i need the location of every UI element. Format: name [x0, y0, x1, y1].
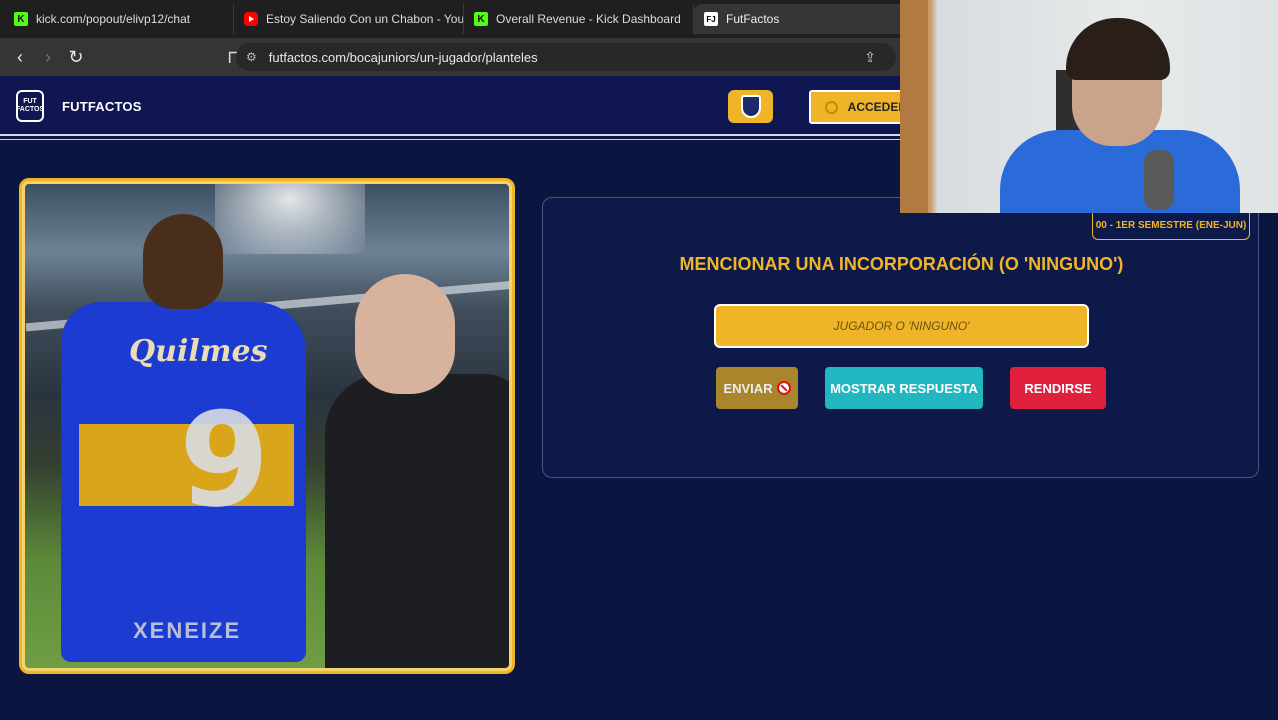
streamer-hair	[1066, 18, 1170, 80]
forward-icon[interactable]: ›	[34, 43, 62, 71]
show-answer-button[interactable]: MOSTRAR RESPUESTA	[825, 367, 983, 409]
player-photo-frame: Quilmes 9 XENEIZE	[19, 178, 515, 674]
tab-label: FutFactos	[726, 12, 780, 26]
site-info-icon[interactable]: ⚙	[246, 50, 257, 64]
share-icon[interactable]: ⇪	[864, 49, 876, 66]
user-icon	[825, 100, 838, 114]
url-text: futfactos.com/bocajuniors/un-jugador/pla…	[268, 49, 538, 65]
kick-icon: K	[14, 12, 28, 26]
jersey-number: 9	[179, 384, 270, 536]
tab-kick-chat[interactable]: K kick.com/popout/elivp12/chat	[4, 4, 234, 34]
coach-figure	[325, 274, 509, 668]
tab-label: Estoy Saliendo Con un Chabon - You	[266, 12, 464, 26]
jersey-sponsor: Quilmes	[129, 334, 268, 369]
shorts-text: XENEIZE	[133, 618, 242, 643]
tab-label: kick.com/popout/elivp12/chat	[36, 12, 191, 26]
webcam-overlay	[900, 0, 1278, 213]
coach-body	[325, 374, 509, 668]
player-photo: Quilmes 9 XENEIZE	[25, 184, 509, 668]
coach-head	[355, 274, 455, 394]
question-text: MENCIONAR UNA INCORPORACIÓN (O 'NINGUNO'…	[679, 254, 1124, 274]
player-figure: Quilmes 9 XENEIZE	[51, 214, 306, 668]
tab-label: Overall Revenue - Kick Dashboard	[496, 12, 681, 26]
tab-youtube[interactable]: Estoy Saliendo Con un Chabon - You	[234, 4, 464, 34]
tab-futfactos[interactable]: FJ FutFactos	[694, 4, 924, 34]
tab-kick-dashboard[interactable]: K Overall Revenue - Kick Dashboard	[464, 4, 694, 34]
club-shield-icon	[740, 95, 761, 118]
submit-label: ENVIAR	[723, 380, 773, 396]
youtube-icon	[244, 12, 258, 26]
disabled-icon	[776, 381, 791, 395]
season-badge: 00 - 1ER SEMESTRE (ENE-JUN)	[1092, 210, 1250, 240]
submit-button[interactable]: ENVIAR	[716, 367, 798, 409]
player-head	[143, 214, 223, 309]
futfactos-logo[interactable]: FUT FACTOS	[16, 90, 44, 122]
login-label: ACCEDER	[847, 100, 907, 114]
reload-icon[interactable]: ↻	[62, 43, 90, 71]
futfactos-icon: FJ	[704, 12, 718, 26]
question-card: 00 - 1ER SEMESTRE (ENE-JUN) MENCIONAR UN…	[542, 197, 1259, 478]
microphone-icon	[1144, 150, 1174, 210]
club-selector-button[interactable]	[728, 90, 773, 123]
address-bar[interactable]: ⚙ futfactos.com/bocajuniors/un-jugador/p…	[236, 43, 896, 71]
back-icon[interactable]: ‹	[6, 43, 34, 71]
login-button[interactable]: ACCEDER	[809, 90, 909, 124]
webcam-door	[900, 0, 928, 213]
give-up-button[interactable]: RENDIRSE	[1010, 367, 1106, 409]
brand-name[interactable]: FUTFACTOS	[62, 99, 142, 114]
answer-input[interactable]	[714, 304, 1089, 348]
kick-icon: K	[474, 12, 488, 26]
